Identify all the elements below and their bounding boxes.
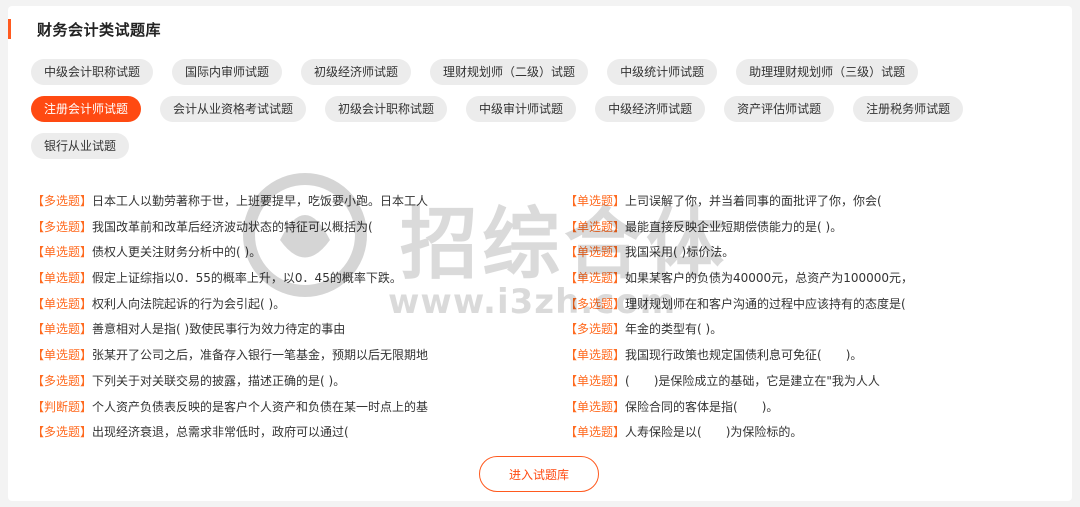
question-text: 权利人向法院起诉的行为会引起( )。 bbox=[92, 296, 286, 311]
question-item[interactable]: 【单选题】最能直接反映企业短期偿债能力的是( )。 bbox=[565, 215, 1055, 241]
question-text: ( )是保险成立的基础，它是建立在"我为人人 bbox=[625, 373, 880, 388]
question-type-label: 【单选题】 bbox=[32, 245, 93, 260]
question-type-label: 【单选题】 bbox=[565, 399, 626, 414]
question-type-label: 【单选题】 bbox=[32, 322, 93, 337]
question-type-label: 【单选题】 bbox=[565, 425, 626, 440]
question-type-label: 【单选题】 bbox=[565, 373, 626, 388]
question-item[interactable]: 【单选题】假定上证综指以0．55的概率上升，以0．45的概率下跌。 bbox=[32, 266, 565, 292]
question-type-label: 【单选题】 bbox=[565, 348, 626, 363]
question-type-label: 【单选题】 bbox=[565, 194, 626, 208]
question-item[interactable]: 【多选题】出现经济衰退，总需求非常低时，政府可以通过( bbox=[32, 420, 565, 446]
category-tag[interactable]: 银行从业试题 bbox=[31, 133, 130, 159]
question-type-label: 【单选题】 bbox=[32, 296, 93, 311]
question-item[interactable]: 【单选题】上司误解了你，并当着同事的面批评了你，你会( bbox=[565, 189, 1055, 215]
enter-question-bank-button[interactable]: 进入试题库 bbox=[479, 456, 599, 492]
question-item[interactable]: 【单选题】善意相对人是指( )致使民事行为效力待定的事由 bbox=[32, 317, 565, 343]
question-item[interactable]: 【单选题】我国现行政策也规定国债利息可免征( )。 bbox=[565, 343, 1055, 369]
question-text: 上司误解了你，并当着同事的面批评了你，你会( bbox=[625, 194, 882, 208]
category-tag[interactable]: 资产评估师试题 bbox=[724, 96, 835, 122]
question-text: 我国改革前和改革后经济波动状态的特征可以概括为( bbox=[92, 219, 373, 234]
category-tag[interactable]: 助理理财规划师（三级）试题 bbox=[736, 59, 919, 85]
question-type-label: 【多选题】 bbox=[32, 425, 93, 440]
category-tag[interactable]: 会计从业资格考试试题 bbox=[160, 96, 307, 122]
question-type-label: 【判断题】 bbox=[32, 399, 93, 414]
question-type-label: 【单选题】 bbox=[565, 219, 626, 234]
question-text: 日本工人以勤劳著称于世，上班要提早，吃饭要小跑。日本工人 bbox=[92, 194, 429, 208]
category-tag[interactable]: 国际内审师试题 bbox=[172, 59, 283, 85]
question-item[interactable]: 【单选题】人寿保险是以( )为保险标的。 bbox=[565, 420, 1055, 446]
question-text: 保险合同的客体是指( )。 bbox=[625, 399, 779, 414]
category-tag-active[interactable]: 注册会计师试题 bbox=[31, 96, 142, 122]
question-list: 【多选题】日本工人以勤劳著称于世，上班要提早，吃饭要小跑。日本工人 【多选题】我国… bbox=[32, 189, 1062, 446]
question-text: 下列关于对关联交易的披露，描述正确的是( )。 bbox=[92, 373, 346, 388]
question-type-label: 【多选题】 bbox=[565, 322, 626, 337]
question-item[interactable]: 【判断题】个人资产负债表反映的是客户个人资产和负债在某一时点上的基 bbox=[32, 395, 565, 421]
category-tag-list: 中级会计职称试题 国际内审师试题 初级经济师试题 理财规划师（二级）试题 中级统计师试题… bbox=[31, 59, 1051, 170]
category-tag[interactable]: 中级经济师试题 bbox=[595, 96, 706, 122]
question-item[interactable]: 【单选题】张某开了公司之后，准备存入银行一笔基金，预期以后无限期地 bbox=[32, 343, 565, 369]
question-text: 我国现行政策也规定国债利息可免征( )。 bbox=[625, 348, 863, 363]
question-text: 张某开了公司之后，准备存入银行一笔基金，预期以后无限期地 bbox=[92, 348, 429, 363]
question-text: 年金的类型有( )。 bbox=[625, 322, 723, 337]
question-type-label: 【多选题】 bbox=[32, 373, 93, 388]
question-item[interactable]: 【多选题】我国改革前和改革后经济波动状态的特征可以概括为( bbox=[32, 215, 565, 241]
question-text: 人寿保险是以( )为保险标的。 bbox=[625, 425, 803, 440]
tag-row: 银行从业试题 bbox=[31, 133, 1051, 159]
category-tag[interactable]: 理财规划师（二级）试题 bbox=[430, 59, 589, 85]
question-text: 如果某客户的负债为40000元，总资产为100000元， bbox=[625, 271, 913, 286]
question-item[interactable]: 【单选题】权利人向法院起诉的行为会引起( )。 bbox=[32, 292, 565, 318]
question-item[interactable]: 【单选题】( )是保险成立的基础，它是建立在"我为人人 bbox=[565, 369, 1055, 395]
question-type-label: 【单选题】 bbox=[32, 348, 93, 363]
question-column-right: 【单选题】上司误解了你，并当着同事的面批评了你，你会(【单选题】最能直接反映企业… bbox=[565, 189, 1055, 446]
question-text: 出现经济衰退，总需求非常低时，政府可以通过( bbox=[92, 425, 349, 440]
category-tag[interactable]: 中级统计师试题 bbox=[607, 59, 718, 85]
question-text: 最能直接反映企业短期偿债能力的是( )。 bbox=[625, 219, 843, 234]
category-tag[interactable]: 初级经济师试题 bbox=[301, 59, 412, 85]
question-item[interactable]: 【单选题】保险合同的客体是指( )。 bbox=[565, 395, 1055, 421]
question-bank-panel: 财务会计类试题库 中级会计职称试题 国际内审师试题 初级经济师试题 理财规划师（二级）… bbox=[8, 6, 1072, 501]
category-tag[interactable]: 中级审计师试题 bbox=[466, 96, 577, 122]
question-type-label: 【单选题】 bbox=[565, 271, 626, 286]
question-item[interactable]: 【多选题】理财规划师在和客户沟通的过程中应该持有的态度是( bbox=[565, 292, 1055, 318]
question-type-label: 【多选题】 bbox=[32, 219, 93, 234]
question-item[interactable]: 【多选题】下列关于对关联交易的披露，描述正确的是( )。 bbox=[32, 369, 565, 395]
question-text: 个人资产负债表反映的是客户个人资产和负债在某一时点上的基 bbox=[92, 399, 429, 414]
question-type-label: 【单选题】 bbox=[565, 245, 626, 260]
section-title: 财务会计类试题库 bbox=[37, 20, 162, 39]
question-text: 善意相对人是指( )致使民事行为效力待定的事由 bbox=[92, 322, 346, 337]
category-tag[interactable]: 初级会计职称试题 bbox=[325, 96, 448, 122]
question-item[interactable]: 【单选题】债权人更关注财务分析中的( )。 bbox=[32, 240, 565, 266]
question-text: 理财规划师在和客户沟通的过程中应该持有的态度是( bbox=[625, 296, 906, 311]
question-item[interactable]: 【多选题】年金的类型有( )。 bbox=[565, 317, 1055, 343]
question-text: 债权人更关注财务分析中的( )。 bbox=[92, 245, 262, 260]
question-type-label: 【单选题】 bbox=[32, 271, 93, 286]
tag-row: 注册会计师试题 会计从业资格考试试题 初级会计职称试题 中级审计师试题 中级经济师试题资… bbox=[31, 96, 1051, 122]
category-tag[interactable]: 中级会计职称试题 bbox=[31, 59, 154, 85]
question-item[interactable]: 【单选题】如果某客户的负债为40000元，总资产为100000元， bbox=[565, 266, 1055, 292]
question-text: 我国采用( )标价法。 bbox=[625, 245, 735, 260]
title-accent-bar bbox=[8, 19, 11, 39]
tag-row: 中级会计职称试题 国际内审师试题 初级经济师试题 理财规划师（二级）试题 中级统计师试题… bbox=[31, 59, 1051, 85]
section-header: 财务会计类试题库 bbox=[8, 19, 161, 39]
question-type-label: 【多选题】 bbox=[565, 296, 626, 311]
question-item[interactable]: 【单选题】我国采用( )标价法。 bbox=[565, 240, 1055, 266]
question-text: 假定上证综指以0．55的概率上升，以0．45的概率下跌。 bbox=[92, 271, 402, 286]
question-type-label: 【多选题】 bbox=[32, 194, 93, 208]
category-tag[interactable]: 注册税务师试题 bbox=[853, 96, 964, 122]
question-column-left: 【多选题】日本工人以勤劳著称于世，上班要提早，吃饭要小跑。日本工人 【多选题】我国… bbox=[32, 189, 565, 446]
question-item[interactable]: 【多选题】日本工人以勤劳著称于世，上班要提早，吃饭要小跑。日本工人 bbox=[32, 189, 565, 215]
